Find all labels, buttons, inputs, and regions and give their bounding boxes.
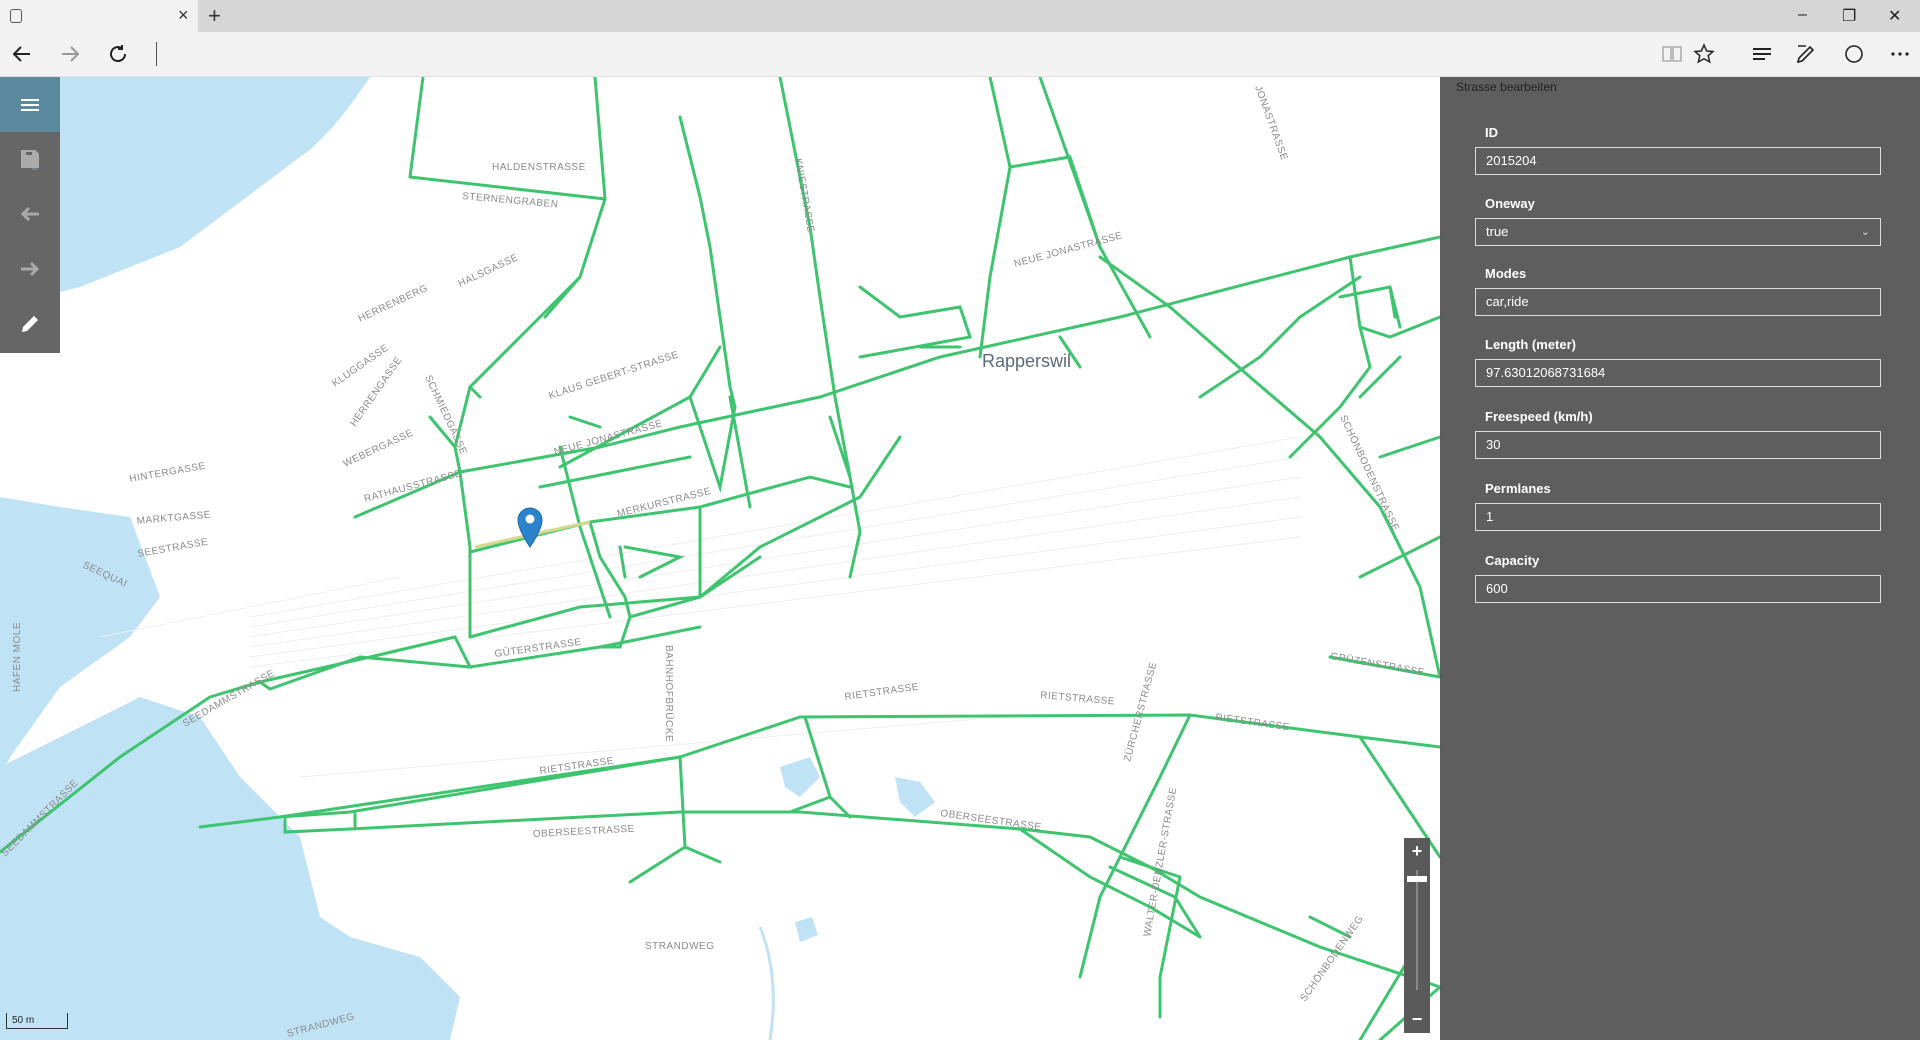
street-label: SCHÖNBODENSTRASSE [1337, 413, 1401, 533]
save-button[interactable]: 0 [0, 132, 60, 186]
street-label: MARKTGASSE [136, 510, 211, 527]
street-label: MERKURSTRASSE [616, 486, 712, 520]
chevron-down-icon: ⌄ [1860, 226, 1870, 238]
panel-title: Strasse bearbeiten [1456, 80, 1557, 94]
refresh-icon[interactable] [106, 42, 130, 66]
street-label: BAHNHOFBRÜCKE [663, 645, 675, 742]
scale-bar: 50 m [6, 1013, 68, 1029]
street-label: RIETSTRASSE [1040, 690, 1116, 707]
browser-tab[interactable]: × [0, 0, 198, 32]
navigation-bar [0, 32, 1920, 77]
street-label: SEESTRASSE [137, 537, 210, 560]
length-label: Length (meter) [1485, 337, 1576, 352]
back-icon[interactable] [10, 42, 34, 66]
street-label: KNIESTRASSE [792, 158, 816, 234]
street-label: GRÜZENSTRASSE [1329, 650, 1425, 678]
street-label: OBERSEESTRASSE [940, 808, 1043, 833]
zoom-in-button[interactable]: + [1406, 840, 1428, 862]
street-label: JONASTRASSE [1252, 84, 1289, 162]
share-icon[interactable] [1842, 42, 1866, 66]
city-label: Rapperswil [982, 351, 1071, 371]
pond [895, 777, 935, 817]
restore-icon[interactable]: ❐ [1842, 6, 1856, 26]
street-label: STRANDWEG [645, 941, 715, 952]
street-label: NEUE JONASTRASSE [553, 418, 664, 458]
permlanes-label: Permlanes [1485, 481, 1551, 496]
menu-button[interactable] [0, 77, 60, 132]
close-tab-icon[interactable]: × [178, 6, 189, 24]
length-field[interactable]: 97.63012068731684 [1475, 359, 1881, 387]
street-label: WEBERGASSE [342, 428, 416, 470]
pond [795, 917, 818, 942]
stream [758, 926, 775, 1040]
street-label: HALDENSTRASSE [492, 162, 586, 173]
reading-view-icon[interactable] [1660, 42, 1684, 66]
web-note-icon[interactable] [1794, 42, 1818, 66]
favorite-star-icon[interactable] [1692, 42, 1716, 66]
street-label: RATHAUSSTRASSE [363, 468, 463, 505]
permlanes-field[interactable]: 1 [1475, 503, 1881, 531]
tab-bar: × + – ❐ ✕ [0, 0, 1920, 32]
zoom-control: + − [1404, 838, 1430, 1033]
street-label: SEEDAMMSTRASSE [181, 668, 277, 730]
edit-toolbar: 0 [0, 77, 60, 353]
street-label: RIETSTRASSE [1215, 712, 1291, 733]
street-label: RIETSTRASSE [844, 682, 920, 703]
id-field[interactable]: 2015204 [1475, 147, 1881, 175]
zoom-out-button[interactable]: − [1406, 1008, 1428, 1030]
street-label: KLAUS GEBERT-STRASSE [548, 349, 681, 401]
address-divider [156, 42, 157, 66]
map-marker-icon[interactable] [517, 507, 543, 548]
street-label: ZÜRCHERSTRASSE [1121, 661, 1159, 763]
street-label: HERRENBERG [357, 283, 430, 325]
modes-field[interactable]: car,ride [1475, 288, 1881, 316]
street-label: HAFEN MOLE [12, 622, 23, 692]
freespeed-field[interactable]: 30 [1475, 431, 1881, 459]
oneway-value: true [1486, 224, 1509, 239]
id-label: ID [1485, 125, 1498, 140]
street-label: HINTERGASSE [129, 461, 207, 485]
redo-button[interactable] [0, 242, 60, 296]
new-tab-icon[interactable]: + [208, 3, 221, 29]
page-icon [10, 9, 22, 23]
street-label: HALSGASSE [457, 252, 521, 289]
minimize-icon[interactable]: – [1798, 6, 1807, 24]
oneway-select[interactable]: true ⌄ [1475, 218, 1881, 246]
arrow-right-icon [21, 261, 40, 277]
capacity-field[interactable]: 600 [1475, 575, 1881, 603]
pencil-icon [22, 316, 38, 332]
street-label: OBERSEESTRASSE [533, 824, 635, 840]
oneway-label: Oneway [1485, 196, 1535, 211]
street-label: STERNENGRABEN [462, 191, 559, 210]
undo-button[interactable] [0, 187, 60, 241]
edit-button[interactable] [0, 297, 60, 351]
window-close-icon[interactable]: ✕ [1888, 6, 1901, 26]
arrow-left-icon [20, 206, 39, 222]
zoom-slider-handle[interactable] [1407, 876, 1427, 882]
more-icon[interactable] [1888, 42, 1912, 66]
zoom-slider-track[interactable] [1416, 870, 1418, 990]
hub-icon[interactable] [1750, 42, 1774, 66]
capacity-label: Capacity [1485, 553, 1540, 568]
modes-label: Modes [1485, 266, 1527, 281]
forward-icon[interactable] [58, 42, 82, 66]
edit-street-panel: Strasse bearbeiten ID 2015204 Oneway tru… [1440, 77, 1920, 1040]
freespeed-label: Freespeed (km/h) [1485, 409, 1593, 424]
pond [780, 757, 820, 797]
hamburger-icon [21, 98, 39, 111]
save-count-badge: 0 [32, 162, 38, 172]
